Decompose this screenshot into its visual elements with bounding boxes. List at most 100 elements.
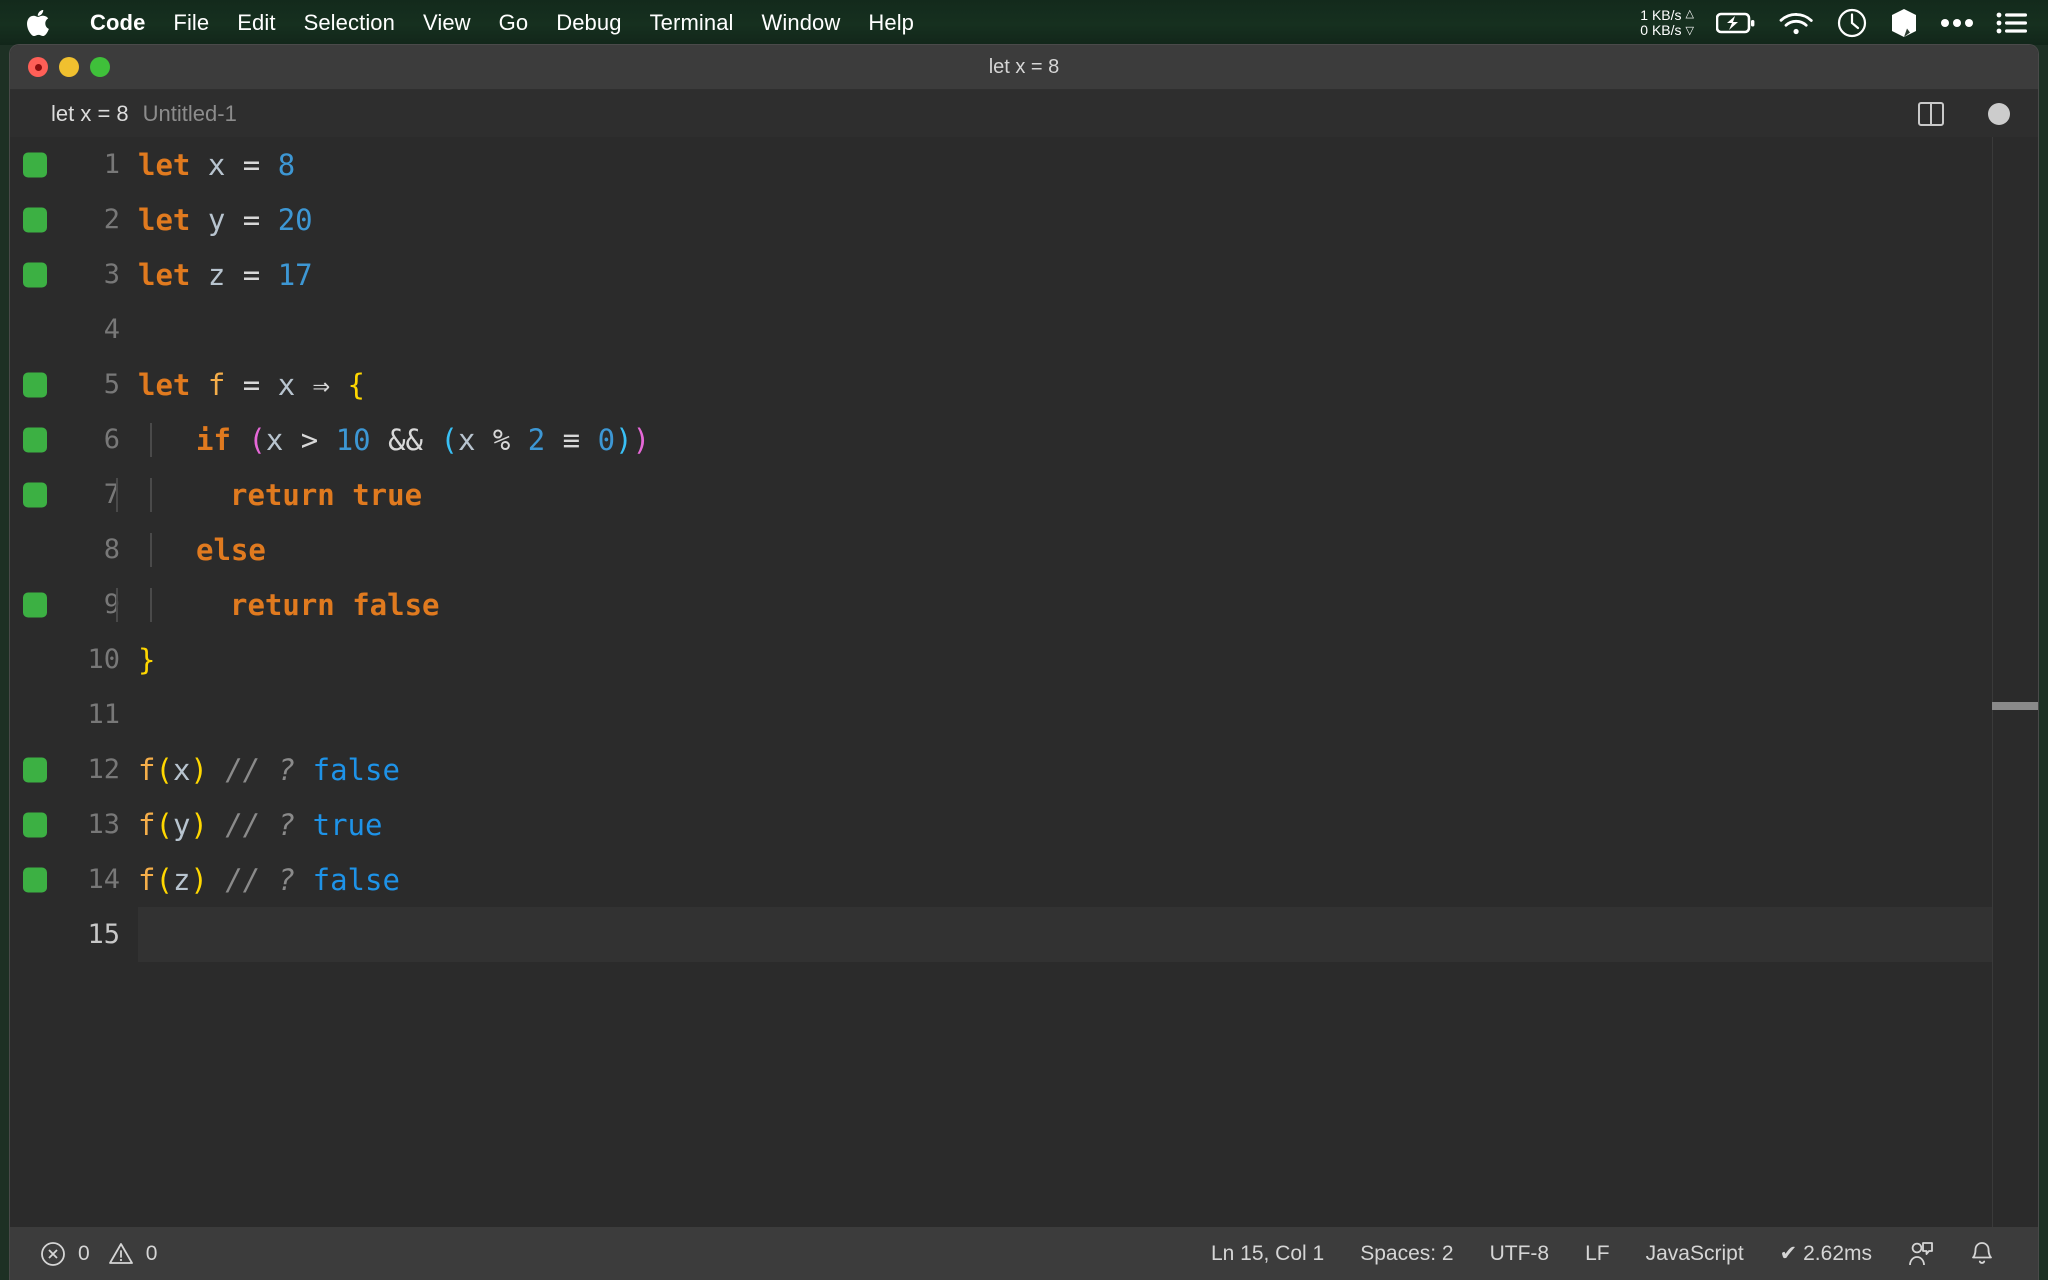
menu-item-selection[interactable]: Selection bbox=[290, 10, 409, 36]
menu-item-window[interactable]: Window bbox=[748, 10, 855, 36]
arrow-function-icon: ⇒ bbox=[312, 367, 331, 402]
menu-item-edit[interactable]: Edit bbox=[223, 10, 289, 36]
clock-icon[interactable] bbox=[1836, 7, 1868, 39]
gutter-marker[interactable] bbox=[23, 152, 47, 177]
menu-item-view[interactable]: View bbox=[409, 10, 485, 36]
editor-line-5[interactable]: 5 let f = x ⇒ { bbox=[10, 357, 2038, 412]
unsaved-dot-icon[interactable] bbox=[1988, 102, 2010, 125]
menu-item-file[interactable]: File bbox=[159, 10, 223, 36]
paren-close-inner: ) bbox=[615, 422, 633, 457]
editor-line-4[interactable]: 4 bbox=[10, 302, 2038, 357]
code-line-content[interactable]: if (x > 10 && (x % 2 ≡ 0)) bbox=[138, 422, 651, 457]
line-number: 15 bbox=[87, 919, 120, 950]
indent-guide bbox=[150, 422, 152, 457]
list-menu-icon[interactable] bbox=[1996, 11, 2028, 35]
paren-close: ) bbox=[190, 807, 208, 842]
code-line-content[interactable]: let f = x ⇒ { bbox=[138, 368, 365, 402]
gutter-marker[interactable] bbox=[23, 482, 47, 507]
breadcrumb-active-symbol[interactable]: let x = 8 bbox=[51, 101, 129, 127]
editor-line-11[interactable]: 11 bbox=[10, 687, 2038, 742]
status-bar-problems[interactable]: 0 0 bbox=[10, 1241, 157, 1267]
editor-line-13[interactable]: 13 f(y) // ? true bbox=[10, 797, 2038, 852]
code-line-content[interactable]: return false bbox=[116, 587, 440, 622]
vscode-window: let x = 8 let x = 8 Untitled-1 1 let x =… bbox=[10, 45, 2038, 1280]
gutter-marker[interactable] bbox=[23, 757, 47, 782]
code-line-content[interactable]: let z = 17 bbox=[138, 258, 313, 292]
editor-scrollbar[interactable] bbox=[1992, 137, 2038, 1227]
code-line-content[interactable]: f(x) // ? false bbox=[138, 753, 400, 787]
traffic-lights bbox=[10, 57, 110, 77]
editor-line-8[interactable]: 8 else bbox=[10, 522, 2038, 577]
operator-logical-and: && bbox=[370, 422, 441, 457]
menu-item-code[interactable]: Code bbox=[76, 10, 159, 36]
editor-line-1[interactable]: 1 let x = 8 bbox=[10, 137, 2038, 192]
code-line-content[interactable]: return true bbox=[116, 477, 422, 512]
window-title: let x = 8 bbox=[988, 55, 1060, 78]
gutter-marker[interactable] bbox=[23, 867, 47, 892]
indentation-setting[interactable]: Spaces: 2 bbox=[1342, 1242, 1471, 1266]
number-literal: 8 bbox=[277, 147, 296, 182]
macos-menu-bar: Code File Edit Selection View Go Debug T… bbox=[0, 0, 2048, 45]
code-line-content[interactable]: let y = 20 bbox=[138, 203, 313, 237]
breadcrumb-file-name[interactable]: Untitled-1 bbox=[143, 101, 237, 127]
menu-item-terminal[interactable]: Terminal bbox=[636, 10, 748, 36]
gutter-marker[interactable] bbox=[23, 427, 47, 452]
code-line-content[interactable]: else bbox=[138, 532, 266, 567]
battery-charging-icon[interactable] bbox=[1716, 11, 1756, 35]
paren-close-outer: ) bbox=[632, 422, 651, 457]
ellipsis-icon[interactable] bbox=[1940, 17, 1974, 29]
argument-y: y bbox=[172, 807, 191, 842]
variable-y: y bbox=[190, 202, 243, 237]
brace-close: } bbox=[138, 642, 156, 677]
editor-line-6[interactable]: 6 if (x > 10 && (x % 2 ≡ 0)) bbox=[10, 412, 2038, 467]
code-line-content[interactable]: } bbox=[138, 643, 155, 677]
operator-assign: = bbox=[242, 257, 278, 292]
editor-line-12[interactable]: 12 f(x) // ? false bbox=[10, 742, 2038, 797]
editor-line-9[interactable]: 9 return false bbox=[10, 577, 2038, 632]
function-call-f: f bbox=[138, 752, 156, 787]
variable-z: z bbox=[190, 257, 243, 292]
editor-line-15[interactable]: 15 bbox=[10, 907, 2038, 962]
cursor-position[interactable]: Ln 15, Col 1 bbox=[1193, 1242, 1342, 1266]
function-call-f: f bbox=[138, 862, 156, 897]
status-bar-right: Ln 15, Col 1 Spaces: 2 UTF-8 LF JavaScri… bbox=[1193, 1240, 2038, 1268]
menu-item-debug[interactable]: Debug bbox=[542, 10, 635, 36]
encoding-setting[interactable]: UTF-8 bbox=[1472, 1242, 1568, 1266]
scrollbar-overview-mark bbox=[1992, 702, 2038, 710]
gutter-marker[interactable] bbox=[23, 812, 47, 837]
eol-setting[interactable]: LF bbox=[1567, 1242, 1628, 1266]
live-share-icon[interactable] bbox=[1890, 1240, 1952, 1268]
maximize-button[interactable] bbox=[90, 57, 110, 77]
editor-line-7[interactable]: 7 return true bbox=[10, 467, 2038, 522]
gutter-marker[interactable] bbox=[23, 262, 47, 287]
paren-open: ( bbox=[155, 862, 173, 897]
editor-line-2[interactable]: 2 let y = 20 bbox=[10, 192, 2038, 247]
indent-guide bbox=[150, 532, 152, 567]
bell-icon[interactable] bbox=[1952, 1240, 2012, 1268]
apple-logo-icon[interactable] bbox=[26, 9, 50, 37]
gutter-marker[interactable] bbox=[23, 207, 47, 232]
code-line-content[interactable]: f(y) // ? true bbox=[138, 808, 382, 842]
minimize-button[interactable] bbox=[59, 57, 79, 77]
code-line-content[interactable]: f(z) // ? false bbox=[138, 863, 400, 897]
variable-x: x bbox=[190, 147, 243, 182]
box-icon[interactable] bbox=[1890, 8, 1918, 38]
wifi-icon[interactable] bbox=[1778, 10, 1814, 36]
code-line-content[interactable]: let x = 8 bbox=[138, 148, 295, 182]
code-editor[interactable]: 1 let x = 8 2 let y = 20 3 let z = 17 4 … bbox=[10, 137, 2038, 1227]
close-button[interactable] bbox=[28, 57, 48, 77]
gutter-marker[interactable] bbox=[23, 372, 47, 397]
editor-line-14[interactable]: 14 f(z) // ? false bbox=[10, 852, 2038, 907]
menu-item-help[interactable]: Help bbox=[854, 10, 928, 36]
language-mode[interactable]: JavaScript bbox=[1628, 1242, 1762, 1266]
run-status[interactable]: ✔ 2.62ms bbox=[1762, 1241, 1890, 1266]
operator-assign: = bbox=[242, 202, 278, 237]
editor-line-10[interactable]: 10 } bbox=[10, 632, 2038, 687]
editor-line-3[interactable]: 3 let z = 17 bbox=[10, 247, 2038, 302]
split-editor-icon[interactable] bbox=[1918, 101, 1944, 126]
gutter-marker[interactable] bbox=[23, 592, 47, 617]
warning-count: 0 bbox=[145, 1241, 158, 1265]
menu-item-go[interactable]: Go bbox=[485, 10, 543, 36]
operator-assign: = bbox=[242, 367, 278, 402]
network-speed-indicator[interactable]: 1 KB/s 0 KB/s △ ▽ bbox=[1640, 7, 1694, 39]
